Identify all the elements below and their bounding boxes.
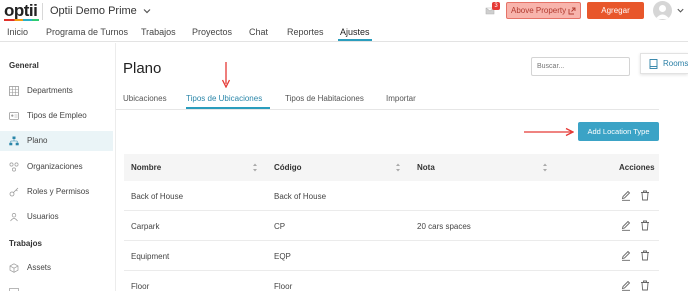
cell-nota: 20 cars spaces — [417, 222, 471, 231]
tab-active-indicator — [186, 107, 270, 109]
sitemap-icon — [9, 136, 19, 146]
table-row: Floor Floor — [124, 271, 659, 291]
tab-tipos-de-ubicaciones[interactable]: Tipos de Ubicaciones — [186, 94, 262, 104]
sidebar-item-label: Assets — [27, 263, 52, 272]
sort-icon[interactable] — [542, 162, 548, 173]
id-card-icon — [9, 112, 19, 120]
cube-icon — [9, 263, 19, 273]
table-header: Nombre Código Nota Acciones — [124, 154, 659, 181]
sidebar-item-plano[interactable]: Plano — [0, 131, 113, 151]
logo-color-bar — [4, 19, 39, 21]
sidebar-item-label: Departments — [27, 86, 73, 95]
location-types-table: Nombre Código Nota Acciones Back of Hous… — [124, 154, 659, 291]
sort-icon[interactable] — [395, 162, 401, 173]
sidebar-item-tipos-de-empleo[interactable]: Tipos de Empleo — [0, 106, 113, 126]
nav-chat[interactable]: Chat — [249, 27, 268, 38]
cell-codigo: EQP — [274, 252, 291, 261]
users-icon — [10, 213, 18, 222]
edit-icon[interactable] — [621, 280, 631, 291]
header-divider — [42, 3, 43, 20]
cell-nombre: Floor — [131, 282, 150, 291]
sidebar-item-label: Tipos de Empleo — [27, 111, 87, 120]
nav-trabajos[interactable]: Trabajos — [141, 27, 176, 38]
organization-icon — [9, 162, 19, 172]
plano-tabs: Ubicaciones Tipos de Ubicaciones Tipos d… — [116, 90, 659, 110]
cell-codigo: Floor — [274, 282, 293, 291]
cell-codigo: CP — [274, 222, 286, 231]
table-row: Back of House Back of House — [124, 181, 659, 211]
sidebar-item-organizaciones[interactable]: Organizaciones — [0, 157, 113, 177]
cell-nombre: Back of House — [131, 192, 184, 201]
key-icon — [9, 187, 19, 197]
chevron-down-icon[interactable] — [142, 6, 152, 16]
cell-nombre: Equipment — [131, 252, 170, 261]
tab-tipos-de-habitaciones[interactable]: Tipos de Habitaciones — [285, 94, 364, 104]
sort-icon[interactable] — [252, 162, 258, 173]
sidebar-item-roles-y-permisos[interactable]: Roles y Permisos — [0, 182, 113, 202]
notification-badge: 3 — [492, 2, 500, 10]
avatar[interactable] — [653, 1, 672, 20]
sidebar-item-label: Roles y Permisos — [27, 187, 90, 196]
column-header-nombre[interactable]: Nombre — [131, 163, 161, 173]
page-title: Plano — [123, 60, 162, 77]
nav-inicio[interactable]: Inicio — [7, 27, 28, 38]
nav-reportes[interactable]: Reportes — [287, 27, 324, 38]
sidebar-item-label: Usuarios — [27, 212, 59, 221]
optii-logo[interactable]: optii — [4, 2, 38, 19]
edit-icon[interactable] — [621, 220, 631, 231]
trash-icon[interactable] — [640, 190, 650, 201]
tab-ubicaciones[interactable]: Ubicaciones — [123, 94, 167, 104]
cell-nombre: Carpark — [131, 222, 160, 231]
sidebar-item-departments[interactable]: Departments — [0, 81, 113, 101]
nav-ajustes[interactable]: Ajustes — [340, 27, 370, 38]
agregar-trabajo-button[interactable]: Agregar Trabajo — [587, 2, 644, 32]
annotation-arrow-right — [524, 127, 574, 137]
sidebar-heading-trabajos: Trabajos — [9, 239, 42, 248]
table-row: Equipment EQP — [124, 241, 659, 271]
settings-sidebar: General Departments Tipos de Empleo Plan… — [0, 43, 116, 291]
tab-importar[interactable]: Importar — [386, 94, 416, 104]
grid-icon — [9, 86, 19, 96]
chevron-down-icon[interactable] — [676, 6, 685, 15]
top-bar: optii Optii Demo Prime 3 Above Property … — [0, 0, 688, 32]
trash-icon[interactable] — [640, 250, 650, 261]
nav-active-indicator — [338, 39, 372, 41]
sidebar-item-assets[interactable]: Assets — [0, 258, 113, 278]
sidebar-item-label: Organizaciones — [27, 162, 83, 171]
annotation-arrow-down — [221, 62, 231, 88]
add-location-type-button[interactable]: Add Location Type — [578, 122, 659, 141]
column-header-codigo[interactable]: Código — [274, 163, 302, 173]
rooms-button[interactable]: Rooms — [640, 53, 688, 74]
edit-icon[interactable] — [621, 250, 631, 261]
main-nav: Inicio Programa de Turnos Trabajos Proye… — [0, 24, 688, 42]
rooms-label: Rooms — [663, 59, 688, 68]
above-property-button[interactable]: Above Property — [506, 2, 581, 19]
cell-codigo: Back of House — [274, 192, 327, 201]
above-property-label: Above Property — [511, 6, 567, 15]
table-row: Carpark CP 20 cars spaces — [124, 211, 659, 241]
trash-icon[interactable] — [640, 220, 650, 231]
door-icon — [649, 59, 658, 69]
workspace-selector[interactable]: Optii Demo Prime — [50, 5, 137, 18]
trash-icon[interactable] — [640, 280, 650, 291]
edit-icon[interactable] — [621, 190, 631, 201]
sidebar-item-usuarios[interactable]: Usuarios — [0, 207, 113, 227]
sidebar-item-next[interactable] — [0, 283, 113, 291]
column-header-acciones: Acciones — [619, 163, 655, 172]
sidebar-heading-general: General — [9, 61, 39, 70]
search-input[interactable] — [531, 57, 630, 76]
nav-programa-de-turnos[interactable]: Programa de Turnos — [46, 27, 128, 38]
sidebar-item-label: Plano — [27, 136, 48, 145]
nav-proyectos[interactable]: Proyectos — [192, 27, 232, 38]
user-avatar-icon — [655, 5, 670, 19]
column-header-nota[interactable]: Nota — [417, 163, 435, 173]
external-link-icon — [568, 7, 576, 15]
